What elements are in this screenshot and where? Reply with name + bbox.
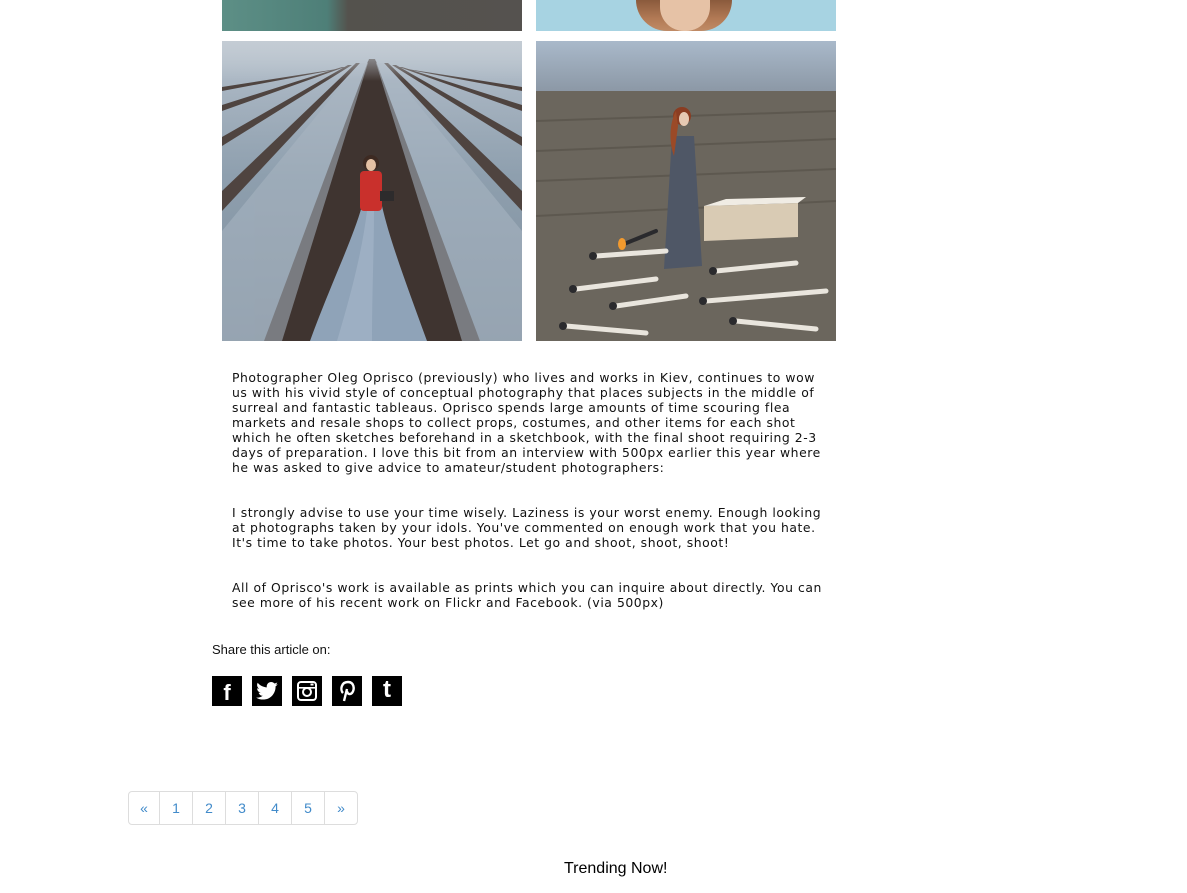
portrait-photo-partial[interactable] (536, 0, 836, 31)
twitter-icon[interactable] (252, 676, 282, 706)
woman-with-giant-matches-photo[interactable] (536, 41, 836, 341)
trending-heading: Trending Now! (564, 860, 668, 877)
page-1-link[interactable]: 1 (159, 792, 192, 824)
page-3-link[interactable]: 3 (225, 792, 258, 824)
article-paragraph: All of Oprisco's work is available as pr… (232, 580, 822, 610)
field-photo-art (222, 41, 522, 341)
share-icons: f t (212, 676, 402, 706)
article-body: Photographer Oleg Oprisco (previously) w… (232, 370, 832, 640)
camera-icon (297, 681, 317, 701)
pinterest-p-icon (340, 680, 355, 702)
article-quote: I strongly advise to use your time wisel… (232, 505, 822, 550)
page-2-link[interactable]: 2 (192, 792, 225, 824)
next-page-button[interactable]: » (324, 792, 357, 824)
woman-in-red-field-photo[interactable] (222, 41, 522, 341)
article-paragraph: Photographer Oleg Oprisco (previously) w… (232, 370, 821, 475)
instagram-icon[interactable] (292, 676, 322, 706)
matches-photo-art (536, 41, 836, 341)
tumblr-icon[interactable]: t (372, 676, 402, 706)
pinterest-icon[interactable] (332, 676, 362, 706)
share-label: Share this article on: (212, 642, 331, 657)
prev-page-button[interactable]: « (129, 792, 159, 824)
pagination: « 1 2 3 4 5 » (128, 791, 358, 825)
field-photo-partial[interactable] (222, 0, 522, 31)
twitter-bird-icon (256, 682, 278, 700)
facebook-icon[interactable]: f (212, 676, 242, 706)
page-4-link[interactable]: 4 (258, 792, 291, 824)
page-5-link[interactable]: 5 (291, 792, 324, 824)
